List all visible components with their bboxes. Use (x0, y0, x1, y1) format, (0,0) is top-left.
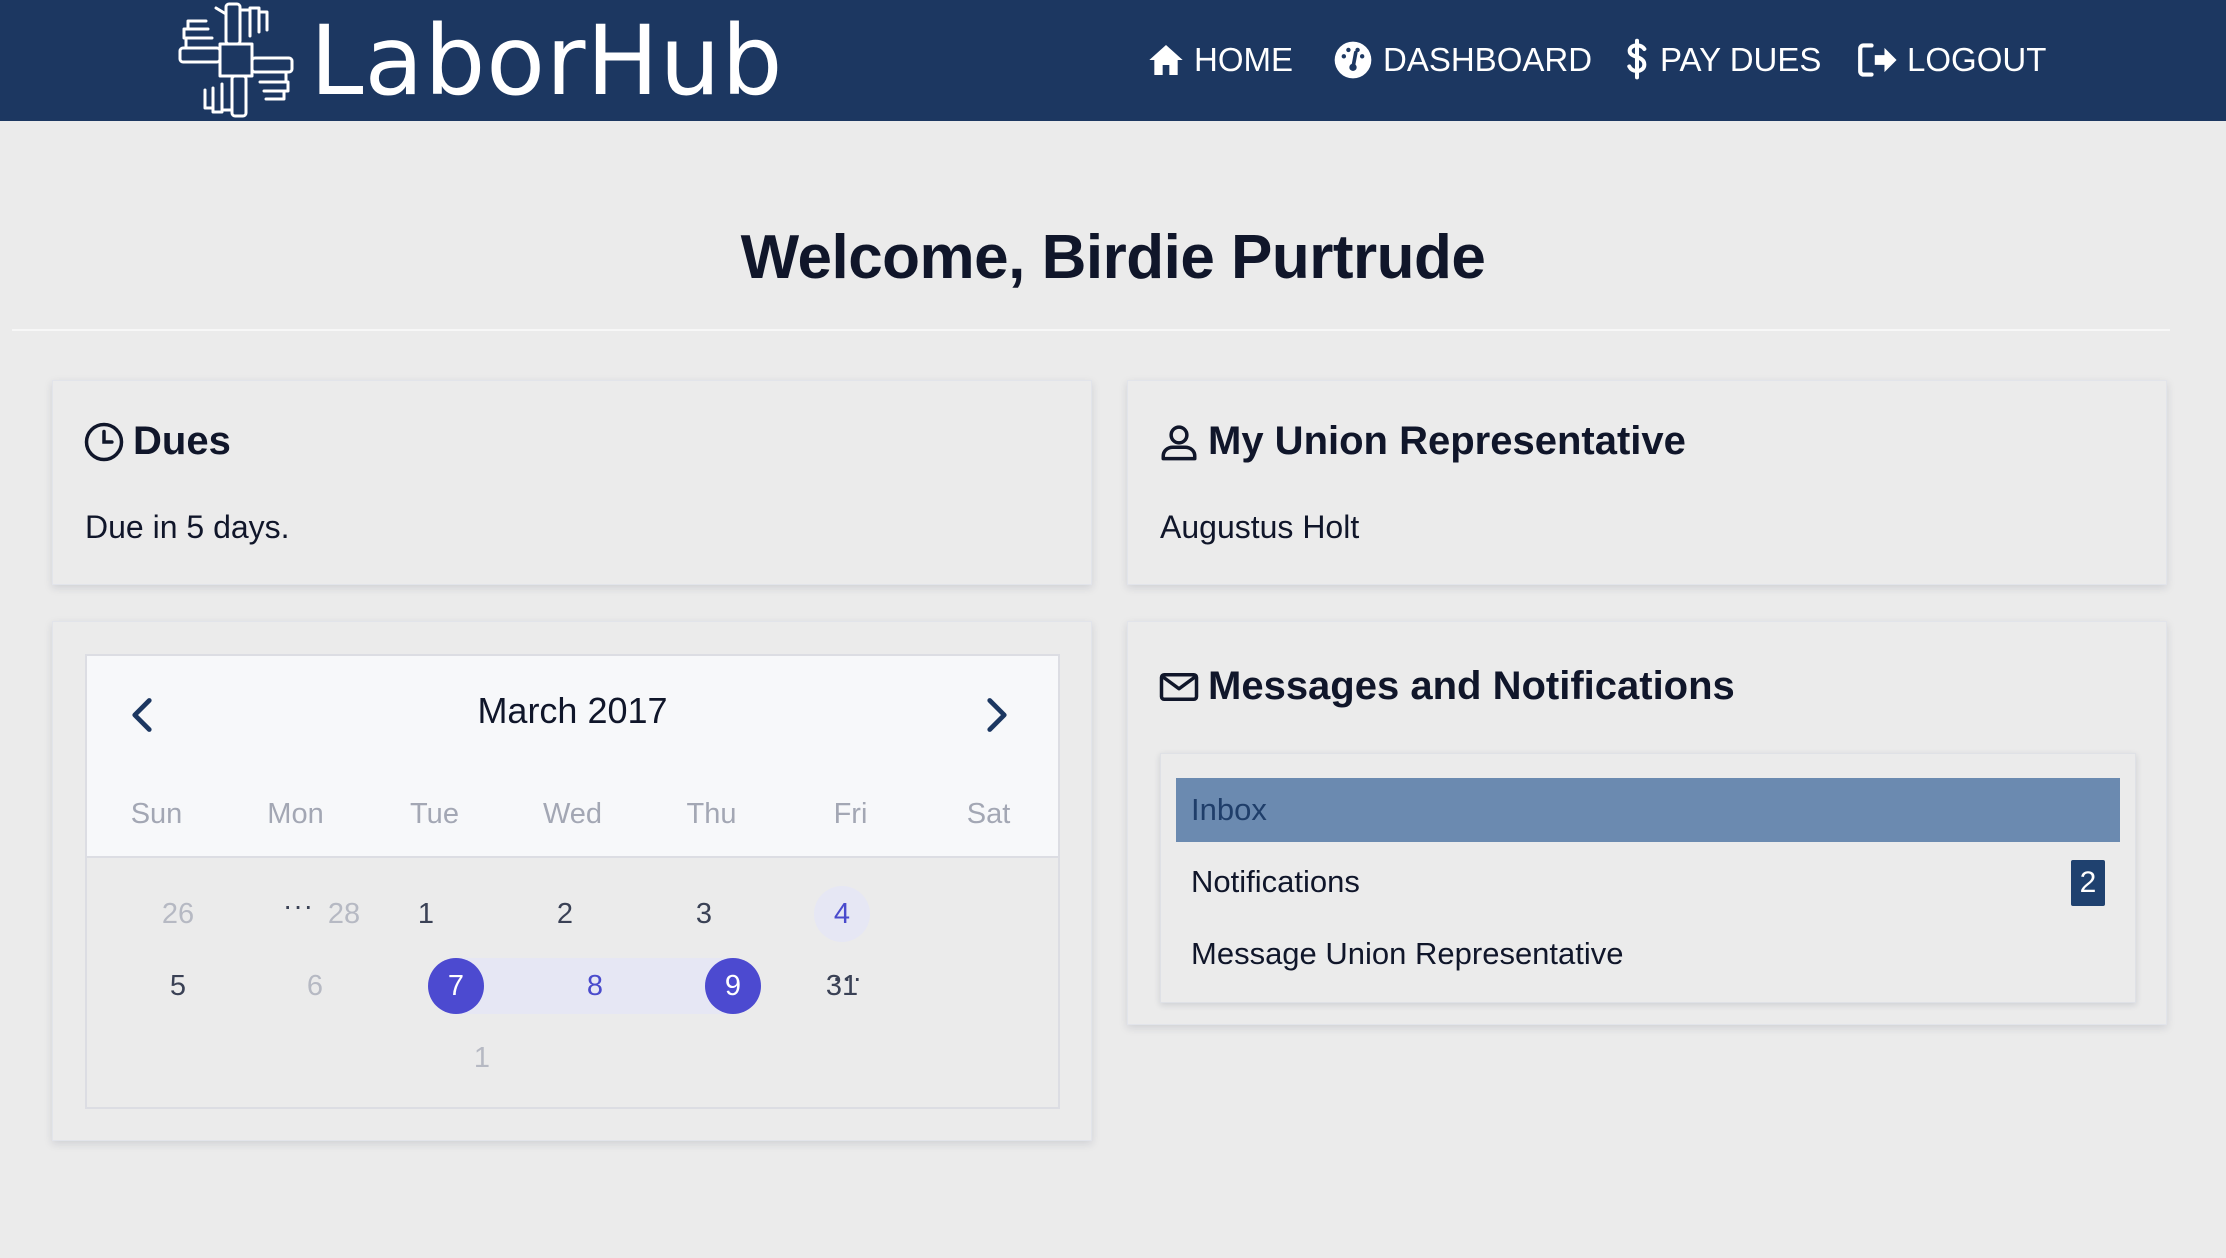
union-rep-name: Augustus Holt (1160, 509, 1360, 545)
header-divider (12, 329, 2170, 331)
dollar-icon (1627, 38, 1647, 80)
calendar-day[interactable]: 28 (316, 886, 372, 942)
calendar-day[interactable]: 5 (150, 958, 206, 1014)
nav-logout-label: LOGOUT (1907, 41, 2047, 78)
calendar-card: March 2017 Sun Mon Tue Wed Thu Fri Sat 2… (52, 621, 1092, 1141)
nav-dashboard-label: DASHBOARD (1383, 41, 1593, 78)
calendar-day-range-end[interactable]: 9 (705, 958, 761, 1014)
messages-card-title: Messages and Notifications (1158, 664, 1735, 709)
top-navbar: LaborHub HOME DASHBOARD PAY DUES LOGOUT (0, 0, 2226, 121)
dashboard-gauge-icon (1334, 41, 1372, 79)
weekday-sun: Sun (130, 798, 183, 830)
logout-icon (1858, 43, 1897, 77)
calendar-next-button[interactable] (967, 690, 1027, 740)
envelope-icon (1159, 672, 1199, 701)
message-rep-label: Message Union Representative (1191, 936, 1624, 971)
calendar-header: March 2017 Sun Mon Tue Wed Thu Fri Sat (87, 656, 1058, 858)
notifications-count-badge: 2 (2071, 860, 2105, 906)
messages-list: Inbox Notifications 2 Message Union Repr… (1160, 753, 2136, 1003)
weekday-tue: Tue (410, 798, 459, 830)
calendar-day-range-start[interactable]: 7 (428, 958, 484, 1014)
dues-status-text: Due in 5 days. (85, 509, 290, 545)
nav-dashboard-link[interactable]: DASHBOARD (1331, 30, 1592, 90)
calendar-day[interactable]: 6 (287, 958, 343, 1014)
nav-home-label: HOME (1194, 41, 1293, 78)
messages-card: Messages and Notifications Inbox Notific… (1127, 621, 2167, 1025)
calendar-day[interactable]: 3 (676, 886, 732, 942)
calendar-day[interactable]: 1 (454, 1030, 510, 1086)
weekday-sat: Sat (966, 798, 1011, 830)
notifications-label: Notifications (1191, 864, 1360, 899)
calendar-day-in-range[interactable]: 8 (567, 958, 623, 1014)
list-item-message-rep[interactable]: Message Union Representative (1176, 922, 2120, 986)
dues-card-title: Dues (83, 419, 231, 464)
weekday-thu: Thu (686, 798, 737, 830)
calendar-day[interactable]: 26 (150, 886, 206, 942)
calendar-ellipsis: ··· (283, 890, 314, 921)
calendar-day[interactable]: 1 (398, 886, 454, 942)
union-rep-card: My Union Representative Augustus Holt (1127, 380, 2167, 585)
nav-home-link[interactable]: HOME (1146, 30, 1293, 90)
calendar-day-today[interactable]: 4 (814, 886, 870, 942)
union-rep-title-text: My Union Representative (1208, 419, 1686, 463)
calendar-month-title[interactable]: March 2017 (87, 690, 1058, 732)
chevron-right-icon (987, 698, 1007, 732)
calendar-day[interactable]: 31 (814, 958, 870, 1014)
nav-logout-link[interactable]: LOGOUT (1857, 30, 2046, 90)
brand-name[interactable]: LaborHub (310, 6, 783, 116)
weekday-mon: Mon (267, 798, 324, 830)
list-item-inbox[interactable]: Inbox (1176, 778, 2120, 842)
nav-pay-dues-link[interactable]: PAY DUES (1622, 30, 1821, 90)
calendar: March 2017 Sun Mon Tue Wed Thu Fri Sat 2… (85, 654, 1060, 1109)
nav-pay-dues-label: PAY DUES (1660, 41, 1822, 78)
dues-title-text: Dues (133, 419, 231, 463)
messages-title-text: Messages and Notifications (1208, 664, 1735, 708)
logo-hands-icon[interactable] (176, 0, 296, 121)
home-icon (1149, 45, 1183, 75)
weekday-wed: Wed (542, 798, 603, 830)
person-icon (1161, 424, 1197, 460)
inbox-label: Inbox (1191, 792, 1267, 827)
dues-card: Dues Due in 5 days. (52, 380, 1092, 585)
list-item-notifications[interactable]: Notifications 2 (1176, 850, 2120, 914)
union-rep-card-title: My Union Representative (1158, 419, 1686, 464)
weekday-fri: Fri (833, 798, 868, 830)
calendar-day[interactable]: 2 (537, 886, 593, 942)
clock-icon (84, 422, 124, 461)
page-title: Welcome, Birdie Purtrude (740, 223, 1486, 292)
